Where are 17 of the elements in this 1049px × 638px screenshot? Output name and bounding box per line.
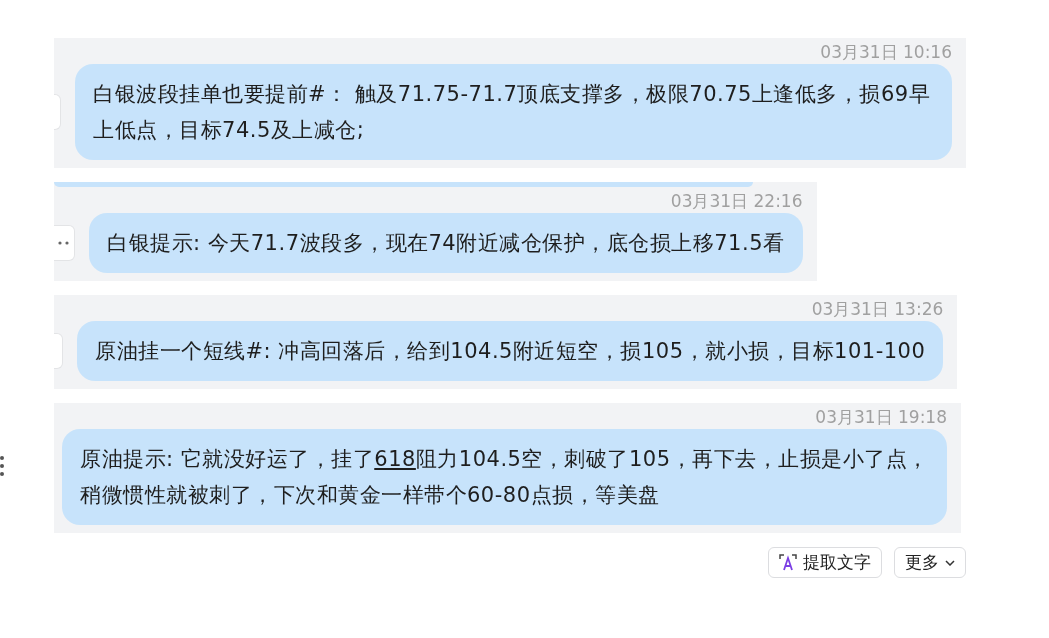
message-time: 03月31日 10:16 xyxy=(820,41,952,64)
message-time: 03月31日 19:18 xyxy=(815,406,947,429)
message-time: 03月31日 22:16 xyxy=(670,190,803,213)
message-time: 03月31日 13:26 xyxy=(811,298,944,321)
message-menu-handle[interactable] xyxy=(54,225,75,261)
message-bubble: 原油挂一个短线#: 冲高回落后，给到104.5附近短空，损105，就小损，目标101-100 xyxy=(77,321,944,381)
extract-text-button[interactable]: 提取文字 xyxy=(768,547,882,578)
kebab-icon[interactable] xyxy=(0,455,6,477)
message-bubble: 白银提示: 今天71.7波段多，现在74附近减仓保护，底仓损上移71.5看 xyxy=(89,213,803,273)
message-bubble: 原油提示: 它就没好运了，挂了618阻力104.5空，刺破了105，再下去，止损是小了点，稍微惯性就被刺了，下次和黄金一样带个60-80点损，等美盘 xyxy=(62,429,947,525)
more-icon xyxy=(58,241,70,245)
message-menu-handle[interactable] xyxy=(54,333,63,369)
message-menu-handle[interactable] xyxy=(54,94,62,130)
text-scan-icon xyxy=(779,553,797,572)
message-bubble: 白银波段挂单也要提前#： 触及71.75-71.7顶底支撑多，极限70.75上逢低多，损69早上低点，目标74.5及上减仓; xyxy=(75,64,952,160)
more-button[interactable]: 更多 xyxy=(894,547,966,578)
caret-icon xyxy=(945,559,955,566)
